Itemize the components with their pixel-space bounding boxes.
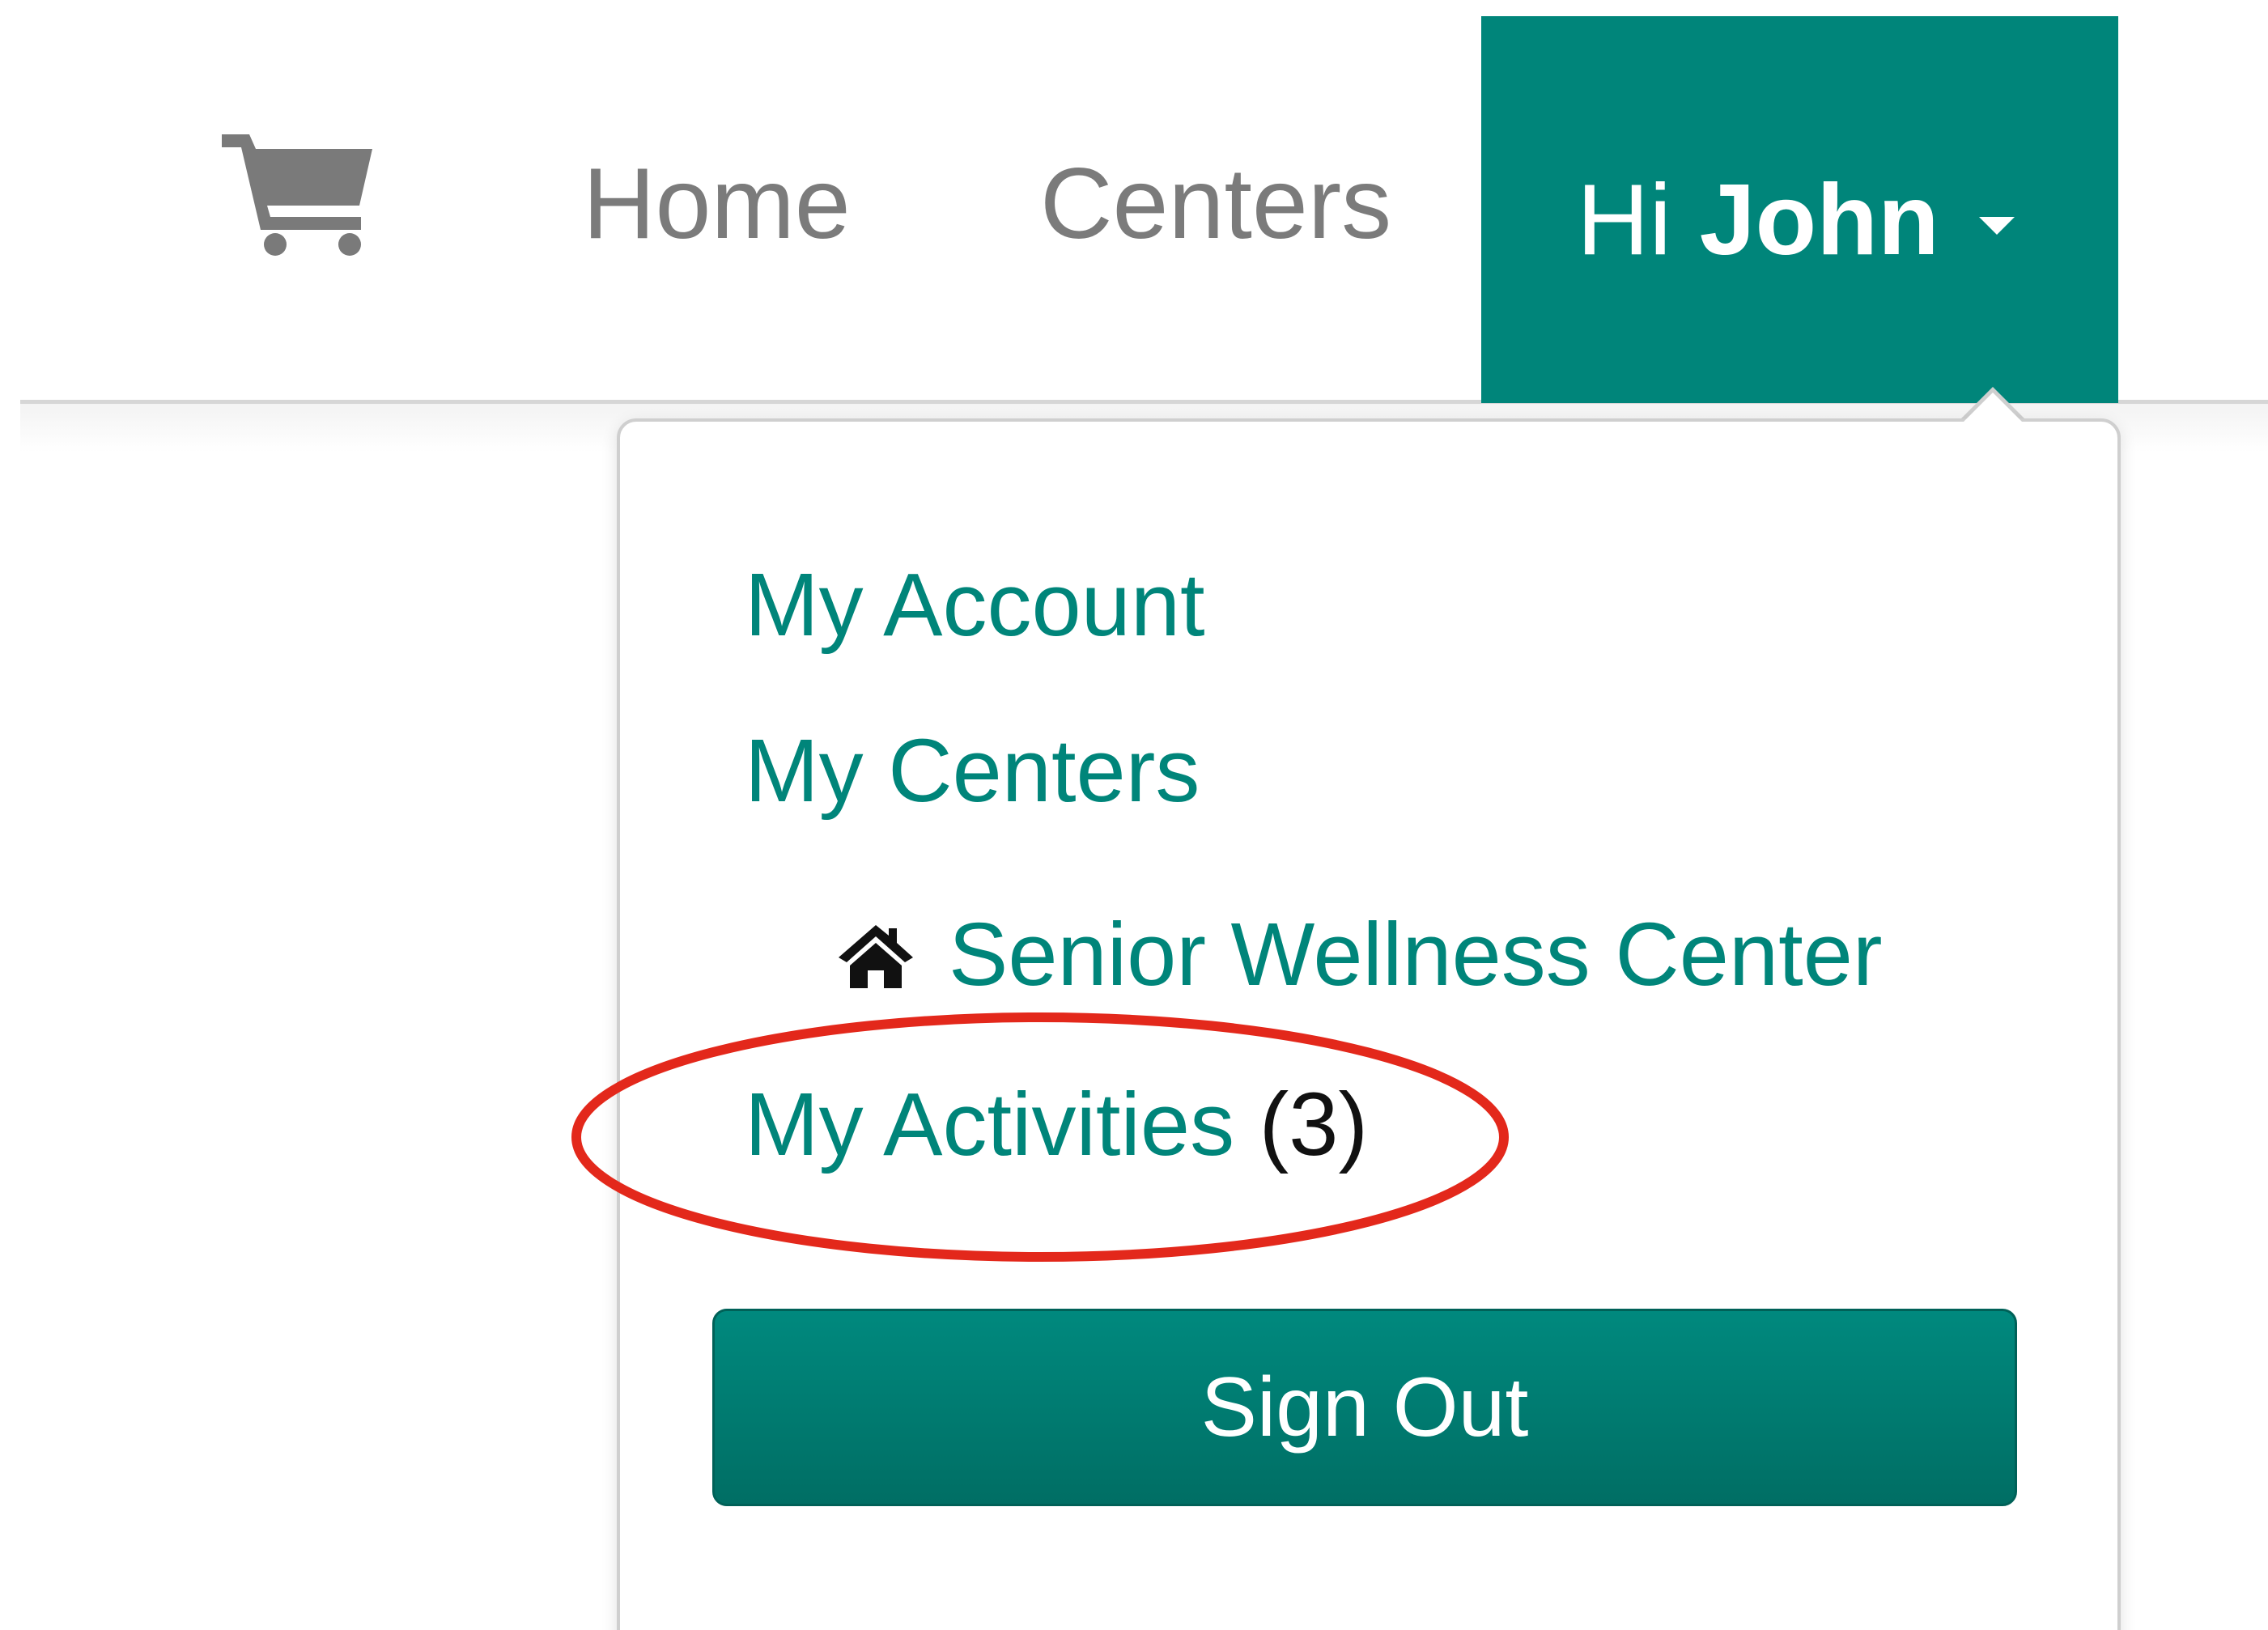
dropdown-arrow-fill (1962, 393, 2024, 423)
home-icon (835, 922, 916, 990)
user-name: John (1699, 164, 1939, 276)
my-activities-label: My Activities (745, 1075, 1235, 1174)
shopping-cart-icon[interactable] (217, 121, 379, 259)
center-name: Senior Wellness Center (949, 905, 1883, 1004)
menu-item-my-activities[interactable]: My Activities (3) (745, 1068, 1368, 1182)
activities-count: (3) (1259, 1075, 1369, 1174)
menu-item-my-account[interactable]: My Account (745, 549, 1205, 662)
sign-out-button[interactable]: Sign Out (712, 1309, 2017, 1506)
page: Home Centers Hi John My Account My Cente… (0, 0, 2268, 1630)
user-menu-toggle[interactable]: Hi John (1481, 16, 2118, 403)
menu-item-center[interactable]: Senior Wellness Center (835, 898, 1883, 1012)
menu-item-my-centers[interactable]: My Centers (745, 715, 1200, 828)
nav-centers-link[interactable]: Centers (1040, 134, 1391, 275)
nav-home-link[interactable]: Home (583, 134, 851, 275)
user-greeting: Hi John (1577, 150, 1939, 291)
caret-down-icon (1979, 217, 2015, 235)
greeting-text: Hi (1577, 164, 1672, 276)
